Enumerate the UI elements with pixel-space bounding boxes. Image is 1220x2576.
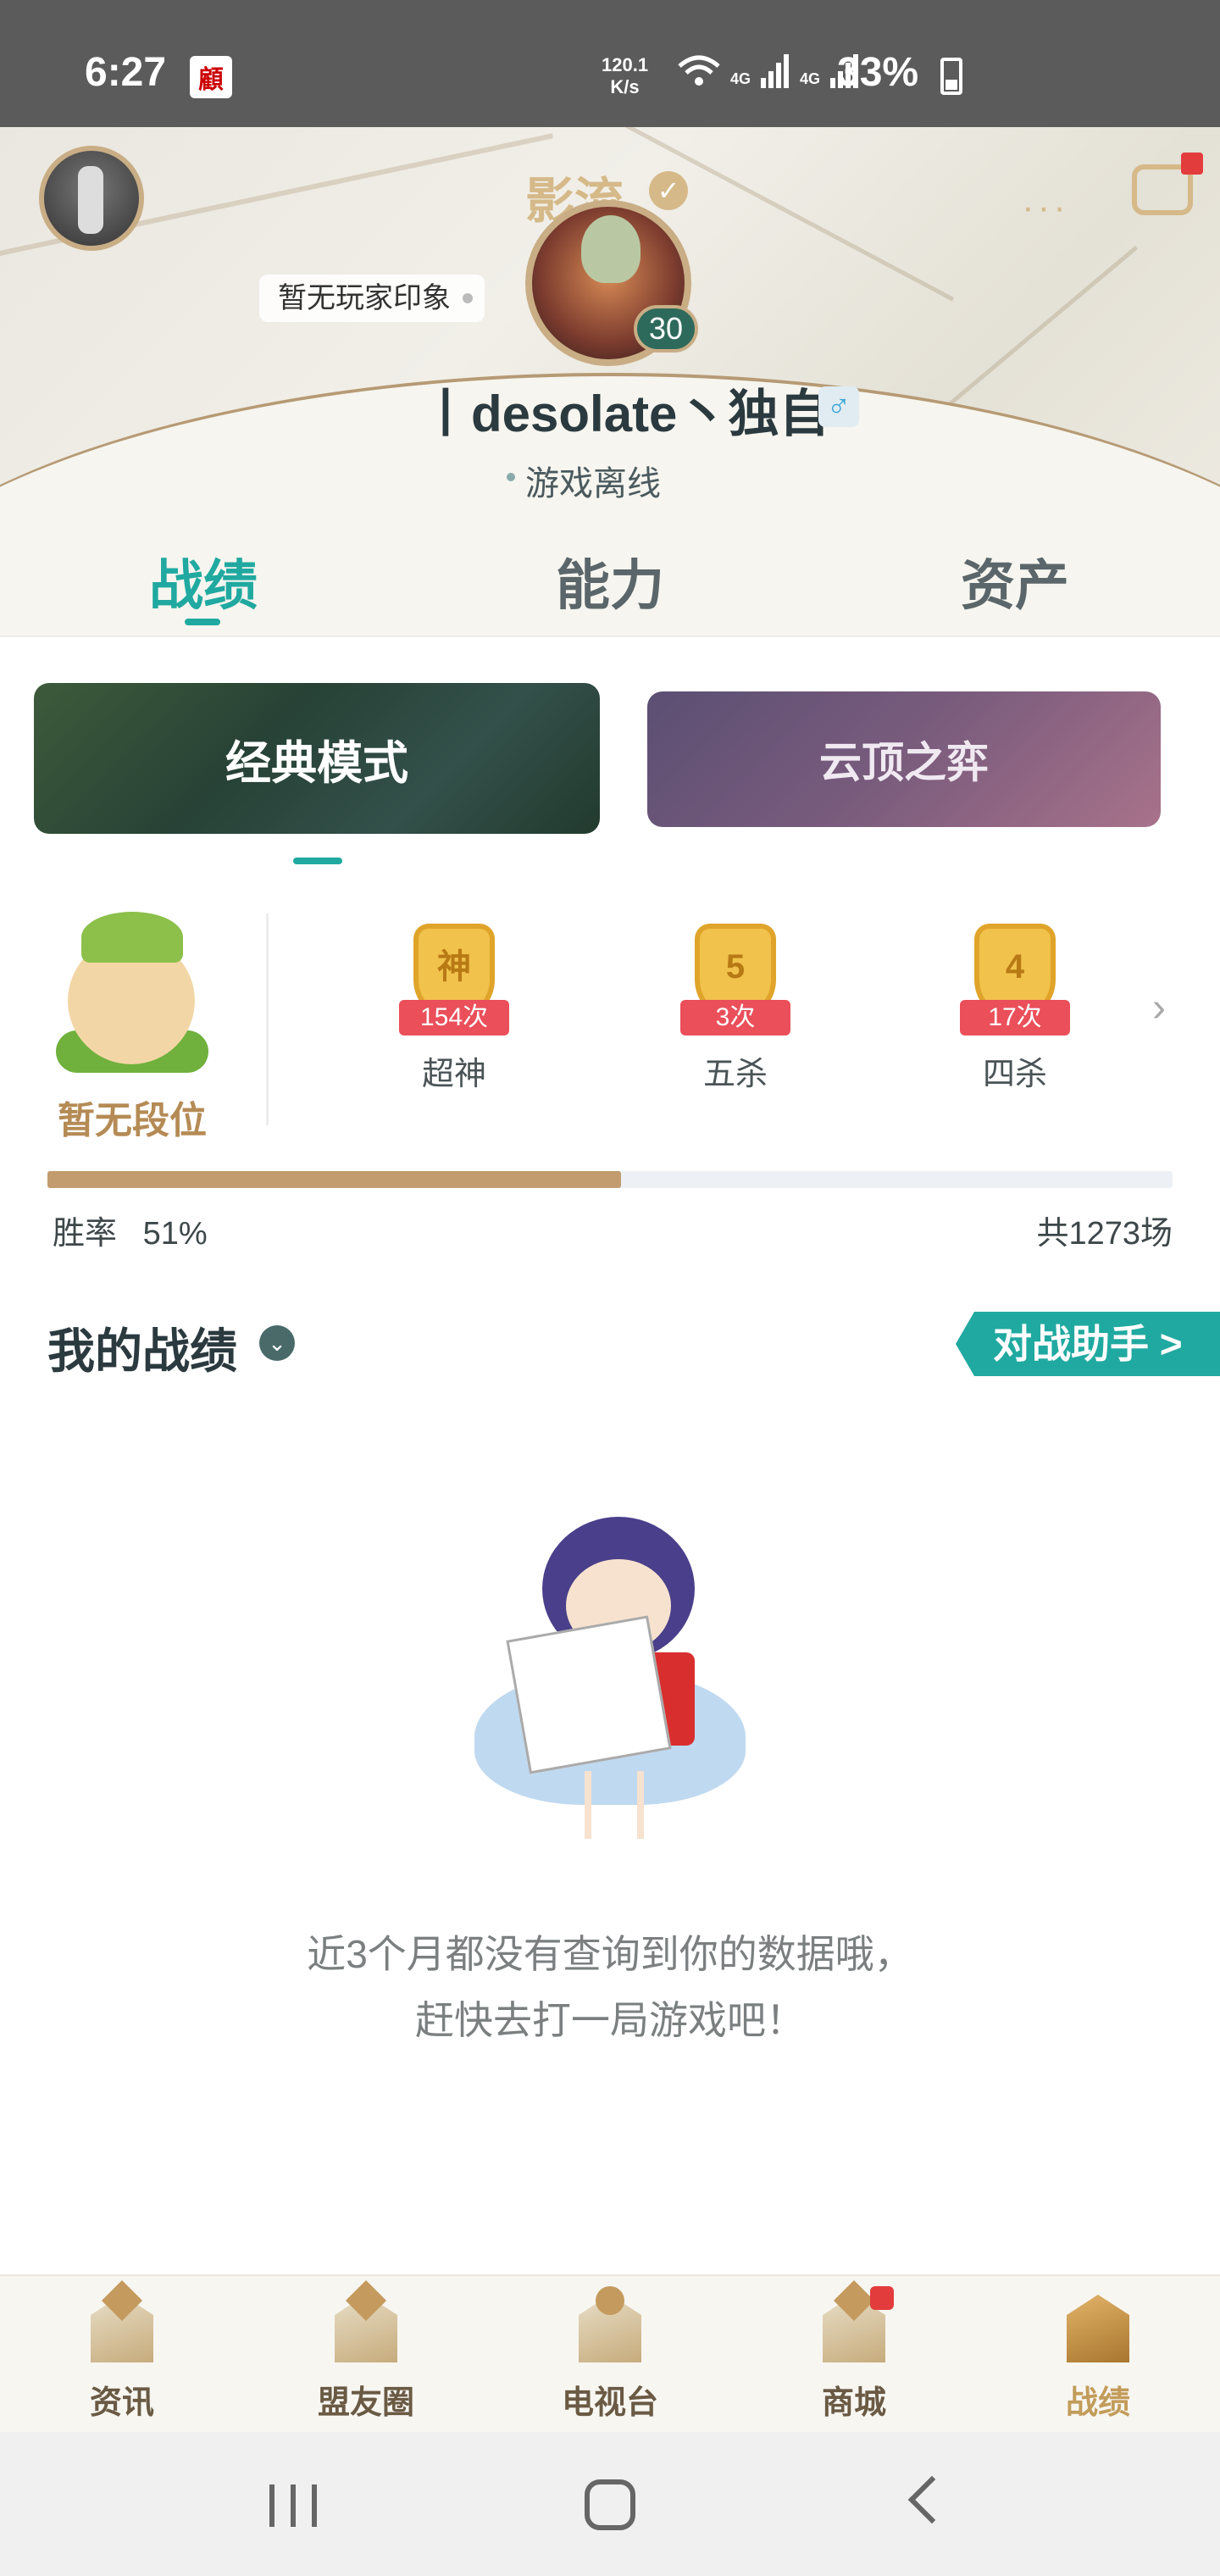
legendary-count: 154次 (399, 1000, 509, 1035)
dropdown-icon[interactable]: ⌄ (259, 1325, 295, 1361)
recents-icon[interactable] (269, 2484, 317, 2527)
store-notification-dot (870, 2286, 894, 2310)
tab-records[interactable]: 战绩 (149, 542, 258, 620)
battery-percent: 33% (837, 50, 919, 95)
tab-active-indicator (185, 619, 220, 625)
nav-records-label: 战绩 (1065, 2385, 1130, 2421)
nav-news-label: 资讯 (89, 2385, 154, 2421)
signal-bars-icon (761, 54, 790, 88)
legendary-label: 超神 (421, 1057, 486, 1092)
quadrakill-count: 17次 (960, 1000, 1070, 1035)
network-speed-unit: K/s (610, 76, 640, 97)
pentakill-label: 五杀 (702, 1057, 768, 1092)
app-notification-icon: 顧 (190, 56, 232, 98)
winrate: 胜率 51% (53, 1207, 208, 1253)
level-badge: 30 (634, 305, 698, 353)
battle-assistant-button[interactable]: 对战助手 > (956, 1312, 1220, 1376)
online-status: 游戏离线 (507, 456, 661, 505)
nav-store[interactable]: 商城 (786, 2279, 922, 2423)
empty-message-line1: 近3个月都没有查询到你的数据哦， (307, 1932, 913, 1976)
news-icon (82, 2279, 162, 2371)
empty-message-line2: 赶快去打一局游戏吧！ (415, 1998, 805, 2042)
quadrakill-label: 四杀 (982, 1057, 1047, 1092)
pentakill-count: 3次 (680, 1000, 790, 1035)
home-icon[interactable] (585, 2479, 635, 2530)
tft-mode-button[interactable]: 云顶之弈 (647, 691, 1161, 827)
pentakill-badge[interactable]: 5 3次 五杀 (668, 924, 803, 1094)
battery-icon (940, 58, 962, 95)
mode-active-indicator (293, 858, 342, 864)
verified-icon: ✓ (649, 171, 688, 210)
crying-ahri-illustration (466, 1500, 754, 1856)
legendary-badge[interactable]: 神 154次 超神 (386, 924, 522, 1094)
winrate-bar-fill (47, 1171, 622, 1188)
network-speed: 120.1 K/s (602, 54, 648, 98)
status-bar: 6:27 顧 120.1 K/s 4G 4G 33% (0, 0, 1220, 127)
back-icon[interactable] (907, 2475, 957, 2524)
nav-friends[interactable]: 盟友圈 (298, 2279, 434, 2423)
more-options-icon[interactable]: ··· (1022, 186, 1069, 229)
winrate-value: 51% (142, 1216, 208, 1252)
system-navigation-bar (0, 2432, 1220, 2576)
quadrakill-badge[interactable]: 4 17次 四杀 (947, 924, 1083, 1094)
teemo-rank-icon (47, 903, 217, 1073)
winrate-bar (47, 1171, 1173, 1188)
nav-store-label: 商城 (821, 2385, 886, 2421)
player-impression-badge[interactable]: 暂无玩家印象 (259, 275, 485, 322)
notification-dot (1181, 153, 1203, 175)
nav-records[interactable]: 战绩 (1030, 2286, 1166, 2423)
chat-icon[interactable] (1132, 153, 1203, 215)
signal-4g-label-2: 4G (800, 70, 821, 87)
nav-news[interactable]: 资讯 (54, 2279, 190, 2423)
total-games: 共1273场 (1036, 1216, 1173, 1252)
signal-icons: 4G 4G (678, 54, 859, 88)
nav-tv[interactable]: 电视台 (542, 2286, 678, 2423)
chevron-right-icon[interactable]: › (1152, 985, 1166, 1031)
records-icon (1058, 2286, 1138, 2371)
wifi-icon (678, 55, 720, 86)
friends-icon (326, 2279, 406, 2371)
nav-friends-label: 盟友圈 (317, 2385, 414, 2421)
rank-label: 暂无段位 (58, 1100, 207, 1141)
gender-male-icon: ♂ (818, 386, 859, 427)
classic-mode-button[interactable]: 经典模式 (34, 683, 600, 834)
tab-ability[interactable]: 能力 (556, 542, 664, 620)
signal-4g-label: 4G (730, 70, 751, 87)
store-icon (814, 2279, 894, 2371)
divider (266, 913, 269, 1125)
winrate-label: 胜率 (53, 1216, 118, 1252)
clock: 6:27 (85, 50, 167, 95)
bottom-navigation: 资讯 盟友圈 电视台 商城 战绩 (0, 2274, 1220, 2432)
my-record-title: 我的战绩 (47, 1324, 237, 1378)
network-speed-value: 120.1 (602, 54, 649, 75)
tab-assets[interactable]: 资产 (961, 542, 1069, 620)
tab-bar: 战绩 能力 资产 (0, 508, 1220, 637)
username: 丨desolate丶独自 (420, 386, 830, 442)
user-avatar[interactable] (39, 146, 144, 251)
nav-tv-label: 电视台 (561, 2385, 658, 2421)
tv-icon (570, 2286, 650, 2371)
